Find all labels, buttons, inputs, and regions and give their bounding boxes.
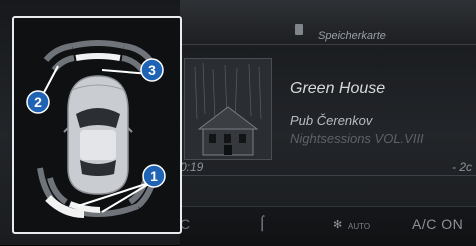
sd-card-icon xyxy=(295,24,303,35)
fan-auto-label[interactable]: AUTO xyxy=(348,222,370,231)
callout-2: 2 xyxy=(26,90,50,114)
track-title: Green House xyxy=(290,80,386,97)
head-unit-screen: Speicherkarte Green House Pub Čerenkov N… xyxy=(0,0,476,246)
callout-1-number: 1 xyxy=(150,168,158,184)
callout-2-number: 2 xyxy=(34,94,42,110)
progress-bar[interactable] xyxy=(180,175,476,176)
seat-heating-icon[interactable]: ⌠ xyxy=(258,214,266,230)
track-album: Nightsessions VOL.VIII xyxy=(290,131,424,146)
media-source-label[interactable]: Speicherkarte xyxy=(318,30,386,42)
ac-toggle[interactable]: A/C ON xyxy=(412,216,463,232)
track-artist: Pub Čerenkov xyxy=(290,113,373,128)
callout-3-number: 3 xyxy=(148,62,156,78)
remaining-time: - 2c xyxy=(452,160,473,174)
elapsed-time: 0:19 xyxy=(180,160,204,174)
front-arc-center-outer xyxy=(71,40,125,49)
front-arc-right-inner xyxy=(121,55,145,72)
album-art xyxy=(184,58,272,160)
car-top-view xyxy=(63,75,133,195)
album-art-image xyxy=(185,59,271,159)
front-arc-center-inner xyxy=(75,53,121,61)
front-sensor-arcs xyxy=(43,40,153,72)
callout-1: 1 xyxy=(142,164,166,188)
parking-assist-panel: 2 3 1 xyxy=(12,16,182,234)
fan-icon[interactable]: ✻ xyxy=(333,218,342,231)
parking-assist-graphic: 2 3 1 xyxy=(26,40,166,218)
callout-3: 3 xyxy=(140,58,164,82)
